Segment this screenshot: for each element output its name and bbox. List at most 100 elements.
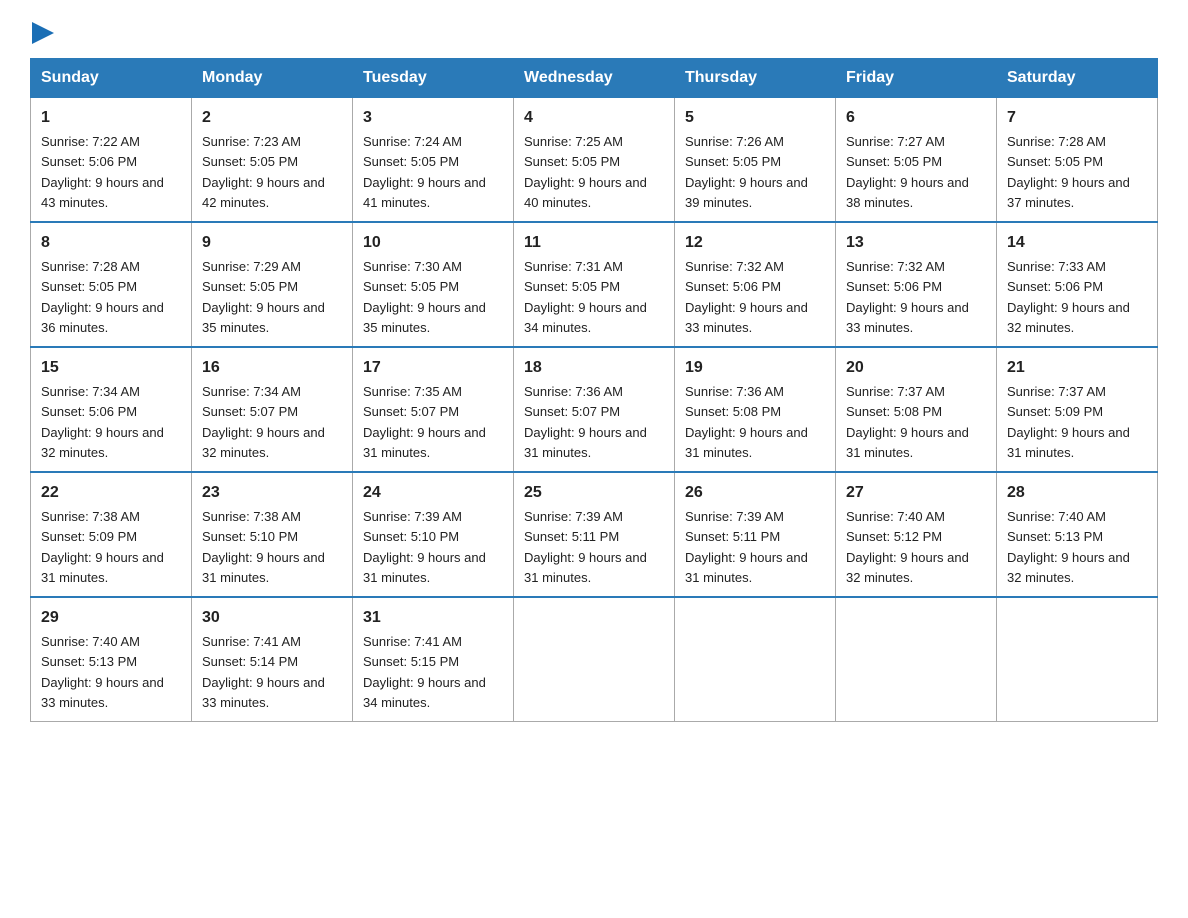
calendar-cell: 20 Sunrise: 7:37 AMSunset: 5:08 PMDayligh… [836,347,997,472]
day-number: 1 [41,106,181,130]
day-number: 28 [1007,481,1147,505]
calendar-cell: 17 Sunrise: 7:35 AMSunset: 5:07 PMDayligh… [353,347,514,472]
day-number: 17 [363,356,503,380]
calendar-cell: 2 Sunrise: 7:23 AMSunset: 5:05 PMDaylight… [192,98,353,223]
day-info: Sunrise: 7:37 AMSunset: 5:09 PMDaylight:… [1007,384,1130,460]
day-info: Sunrise: 7:26 AMSunset: 5:05 PMDaylight:… [685,134,808,210]
day-number: 10 [363,231,503,255]
calendar-cell: 4 Sunrise: 7:25 AMSunset: 5:05 PMDaylight… [514,98,675,223]
day-info: Sunrise: 7:28 AMSunset: 5:05 PMDaylight:… [1007,134,1130,210]
day-number: 5 [685,106,825,130]
calendar-cell: 8 Sunrise: 7:28 AMSunset: 5:05 PMDaylight… [31,222,192,347]
day-info: Sunrise: 7:41 AMSunset: 5:15 PMDaylight:… [363,634,486,710]
calendar-cell [997,597,1158,722]
day-number: 2 [202,106,342,130]
calendar-cell [514,597,675,722]
day-number: 3 [363,106,503,130]
day-info: Sunrise: 7:41 AMSunset: 5:14 PMDaylight:… [202,634,325,710]
calendar-cell: 3 Sunrise: 7:24 AMSunset: 5:05 PMDaylight… [353,98,514,223]
calendar-cell: 23 Sunrise: 7:38 AMSunset: 5:10 PMDayligh… [192,472,353,597]
calendar-cell: 18 Sunrise: 7:36 AMSunset: 5:07 PMDayligh… [514,347,675,472]
day-info: Sunrise: 7:40 AMSunset: 5:12 PMDaylight:… [846,509,969,585]
calendar-cell: 22 Sunrise: 7:38 AMSunset: 5:09 PMDayligh… [31,472,192,597]
day-info: Sunrise: 7:39 AMSunset: 5:11 PMDaylight:… [685,509,808,585]
day-number: 23 [202,481,342,505]
calendar-cell: 13 Sunrise: 7:32 AMSunset: 5:06 PMDayligh… [836,222,997,347]
day-info: Sunrise: 7:39 AMSunset: 5:10 PMDaylight:… [363,509,486,585]
calendar-cell: 28Sunrise: 7:40 AMSunset: 5:13 PMDayligh… [997,472,1158,597]
day-number: 19 [685,356,825,380]
calendar-cell: 24 Sunrise: 7:39 AMSunset: 5:10 PMDayligh… [353,472,514,597]
day-number: 13 [846,231,986,255]
day-number: 31 [363,606,503,630]
day-number: 29 [41,606,181,630]
calendar-cell: 27 Sunrise: 7:40 AMSunset: 5:12 PMDayligh… [836,472,997,597]
logo [30,20,54,40]
day-number: 11 [524,231,664,255]
calendar-cell: 14Sunrise: 7:33 AMSunset: 5:06 PMDayligh… [997,222,1158,347]
day-info: Sunrise: 7:38 AMSunset: 5:10 PMDaylight:… [202,509,325,585]
page-header [30,20,1158,40]
day-info: Sunrise: 7:31 AMSunset: 5:05 PMDaylight:… [524,259,647,335]
calendar-cell: 7 Sunrise: 7:28 AMSunset: 5:05 PMDaylight… [997,98,1158,223]
calendar-table: SundayMondayTuesdayWednesdayThursdayFrid… [30,58,1158,722]
day-info: Sunrise: 7:35 AMSunset: 5:07 PMDaylight:… [363,384,486,460]
day-info: Sunrise: 7:36 AMSunset: 5:08 PMDaylight:… [685,384,808,460]
calendar-week-row: 22 Sunrise: 7:38 AMSunset: 5:09 PMDayligh… [31,472,1158,597]
day-info: Sunrise: 7:37 AMSunset: 5:08 PMDaylight:… [846,384,969,460]
column-header-monday: Monday [192,59,353,98]
day-number: 15 [41,356,181,380]
calendar-cell [675,597,836,722]
calendar-header-row: SundayMondayTuesdayWednesdayThursdayFrid… [31,59,1158,98]
column-header-friday: Friday [836,59,997,98]
day-number: 22 [41,481,181,505]
day-info: Sunrise: 7:36 AMSunset: 5:07 PMDaylight:… [524,384,647,460]
calendar-cell: 26 Sunrise: 7:39 AMSunset: 5:11 PMDayligh… [675,472,836,597]
column-header-saturday: Saturday [997,59,1158,98]
calendar-cell: 15 Sunrise: 7:34 AMSunset: 5:06 PMDayligh… [31,347,192,472]
day-number: 8 [41,231,181,255]
day-number: 6 [846,106,986,130]
day-info: Sunrise: 7:34 AMSunset: 5:06 PMDaylight:… [41,384,164,460]
day-info: Sunrise: 7:32 AMSunset: 5:06 PMDaylight:… [685,259,808,335]
calendar-week-row: 8 Sunrise: 7:28 AMSunset: 5:05 PMDaylight… [31,222,1158,347]
day-info: Sunrise: 7:39 AMSunset: 5:11 PMDaylight:… [524,509,647,585]
calendar-cell: 9 Sunrise: 7:29 AMSunset: 5:05 PMDaylight… [192,222,353,347]
day-number: 26 [685,481,825,505]
calendar-cell: 31 Sunrise: 7:41 AMSunset: 5:15 PMDayligh… [353,597,514,722]
logo-arrow-icon [32,22,54,44]
day-info: Sunrise: 7:34 AMSunset: 5:07 PMDaylight:… [202,384,325,460]
day-info: Sunrise: 7:24 AMSunset: 5:05 PMDaylight:… [363,134,486,210]
calendar-cell: 25 Sunrise: 7:39 AMSunset: 5:11 PMDayligh… [514,472,675,597]
day-number: 18 [524,356,664,380]
day-info: Sunrise: 7:28 AMSunset: 5:05 PMDaylight:… [41,259,164,335]
day-number: 21 [1007,356,1147,380]
calendar-cell: 21 Sunrise: 7:37 AMSunset: 5:09 PMDayligh… [997,347,1158,472]
day-info: Sunrise: 7:40 AMSunset: 5:13 PMDaylight:… [41,634,164,710]
calendar-cell: 6Sunrise: 7:27 AMSunset: 5:05 PMDaylight… [836,98,997,223]
day-number: 20 [846,356,986,380]
day-info: Sunrise: 7:38 AMSunset: 5:09 PMDaylight:… [41,509,164,585]
day-info: Sunrise: 7:22 AMSunset: 5:06 PMDaylight:… [41,134,164,210]
day-number: 25 [524,481,664,505]
calendar-week-row: 29 Sunrise: 7:40 AMSunset: 5:13 PMDayligh… [31,597,1158,722]
calendar-cell: 16Sunrise: 7:34 AMSunset: 5:07 PMDayligh… [192,347,353,472]
calendar-week-row: 15 Sunrise: 7:34 AMSunset: 5:06 PMDayligh… [31,347,1158,472]
calendar-cell [836,597,997,722]
day-number: 4 [524,106,664,130]
day-number: 7 [1007,106,1147,130]
day-number: 27 [846,481,986,505]
day-info: Sunrise: 7:23 AMSunset: 5:05 PMDaylight:… [202,134,325,210]
calendar-cell: 11 Sunrise: 7:31 AMSunset: 5:05 PMDayligh… [514,222,675,347]
calendar-cell: 1 Sunrise: 7:22 AMSunset: 5:06 PMDaylight… [31,98,192,223]
day-info: Sunrise: 7:29 AMSunset: 5:05 PMDaylight:… [202,259,325,335]
column-header-tuesday: Tuesday [353,59,514,98]
day-number: 24 [363,481,503,505]
day-number: 9 [202,231,342,255]
calendar-cell: 12Sunrise: 7:32 AMSunset: 5:06 PMDayligh… [675,222,836,347]
calendar-cell: 10Sunrise: 7:30 AMSunset: 5:05 PMDayligh… [353,222,514,347]
day-info: Sunrise: 7:32 AMSunset: 5:06 PMDaylight:… [846,259,969,335]
calendar-cell: 5 Sunrise: 7:26 AMSunset: 5:05 PMDaylight… [675,98,836,223]
day-info: Sunrise: 7:25 AMSunset: 5:05 PMDaylight:… [524,134,647,210]
calendar-cell: 29 Sunrise: 7:40 AMSunset: 5:13 PMDayligh… [31,597,192,722]
